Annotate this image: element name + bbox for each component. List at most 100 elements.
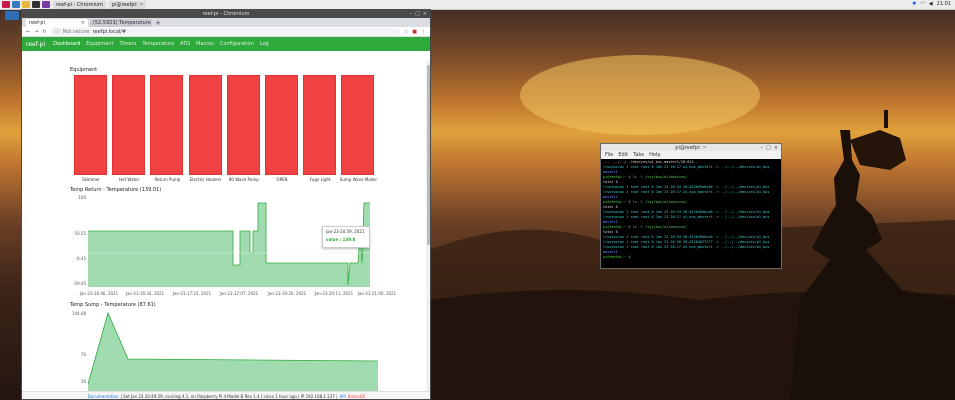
equipment-label: Electric Heaters	[189, 177, 222, 182]
terminal-titlebar[interactable]: pi@reefpi: ~ – □ ×	[601, 144, 781, 151]
browser-launcher-icon[interactable]	[12, 1, 20, 8]
terminal-line: lrwxrwxrwx 1 root root 0 Jan 23 20:17 w1…	[603, 190, 770, 194]
dashboard-content: Equipment Skimmer Hot Water Return Pump Ele…	[22, 61, 426, 391]
equipment-label: 80 Wave Pump	[228, 177, 259, 182]
equipment-bar[interactable]	[150, 75, 184, 175]
equipment-bar[interactable]	[188, 75, 222, 175]
nav-temperature[interactable]: Temperature	[142, 41, 174, 47]
equipment-bar[interactable]	[112, 75, 146, 175]
menu-file[interactable]: File	[605, 152, 613, 158]
y-tick: 50.55	[74, 231, 86, 236]
terminal-output[interactable]: ... ../../../devices/w1_bus_master1/28-0…	[601, 159, 781, 261]
equipment-chart-title: Equipment	[70, 67, 98, 73]
tab-label: reef-pi	[29, 20, 45, 26]
y-tick: -59.45	[73, 281, 86, 286]
back-icon[interactable]: ←	[26, 29, 30, 35]
temp-sump-area	[88, 313, 378, 391]
menu-help[interactable]: Help	[649, 152, 660, 158]
page-footer: Documentation | Sat Jan 23 20:49:29, run…	[22, 391, 430, 399]
security-label: Not secure	[62, 28, 90, 35]
nav-timers[interactable]: Timers	[119, 41, 136, 47]
y-tick: -6.45	[75, 256, 86, 261]
terminal-line: lrwxrwxrwx 1 root root 0 Jan 23 20:17 w1…	[603, 215, 770, 219]
bookmark-star-icon[interactable]: ☆	[404, 29, 408, 35]
desktop-trash-icon[interactable]	[5, 11, 19, 20]
folder-icon[interactable]	[22, 1, 30, 8]
minimize-icon[interactable]: –	[761, 145, 764, 151]
documentation-link[interactable]: Documentation	[88, 394, 119, 399]
scrollbar-thumb[interactable]	[427, 65, 430, 245]
y-tick: 144.08	[72, 311, 86, 316]
forward-icon[interactable]: →	[34, 29, 38, 35]
app-launcher-icon[interactable]	[42, 1, 50, 8]
app-navbar: reef-pi Dashboard Equipment Timers Tempe…	[22, 37, 430, 51]
nav-log[interactable]: Log	[260, 41, 269, 47]
terminal-launcher-icon[interactable]	[32, 1, 40, 8]
task-label: pi@reefpi: ~	[111, 1, 144, 8]
tab-temperature[interactable]: (52.5923) Temperature×	[90, 19, 152, 27]
tab-reef-pi[interactable]: reef-pi ×	[26, 19, 88, 27]
taskbar-task-terminal[interactable]: pi@reefpi: ~	[108, 0, 147, 9]
address-bar[interactable]: ⓘ Not secure reefpi.local/#	[50, 28, 400, 35]
equipment-label: Return Pump	[154, 177, 181, 182]
not-secure-icon[interactable]: ⓘ	[55, 28, 60, 35]
tab-strip: reef-pi × (52.5923) Temperature× +	[22, 18, 430, 27]
menu-edit[interactable]: Edit	[618, 152, 628, 158]
menu-icon[interactable]: ⋮	[421, 29, 426, 35]
tooltip-date: Jan-23-20:59, 2021	[326, 229, 365, 234]
x-tick: Jan-23-17:23, 2021	[172, 291, 212, 296]
equipment-bar[interactable]	[226, 75, 260, 175]
equipment-bar[interactable]	[74, 75, 107, 175]
api-link[interactable]: API	[340, 394, 346, 399]
omnibar: ← → ↻ ⓘ Not secure reefpi.local/# ☆ ■ ⋮	[22, 27, 430, 37]
menu-tabs[interactable]: Tabs	[633, 152, 644, 158]
page-scrollbar[interactable]	[426, 61, 430, 391]
new-tab-button[interactable]: +	[154, 19, 162, 27]
close-tab-icon[interactable]: ×	[81, 20, 85, 26]
brand[interactable]: reef-pi	[26, 41, 45, 48]
wifi-icon[interactable]: ◠	[920, 1, 924, 7]
maximize-icon[interactable]: □	[766, 145, 771, 151]
nav-ato[interactable]: ATO	[180, 41, 190, 47]
equipment-bar[interactable]	[265, 75, 298, 175]
reload-icon[interactable]: ↻	[42, 29, 46, 35]
chart-tooltip: Jan-23-20:59, 2021 value : 139.8	[322, 226, 370, 248]
temp-sump-title: Temp Sump - Temperature (87.61)	[70, 302, 156, 308]
terminal-line: lrwxrwxrwx 1 root root 0 Jan 23 20:17 w1…	[603, 165, 772, 169]
minimize-icon[interactable]: –	[410, 11, 413, 17]
nav-configuration[interactable]: Configuration	[220, 41, 254, 47]
equipment-label: OPEN	[276, 177, 288, 182]
bluetooth-icon[interactable]: ✱	[912, 1, 916, 7]
x-tick: Jan-23-16:46, 2021	[79, 291, 119, 296]
clock[interactable]: 21:01	[937, 1, 951, 7]
x-tick: Jan-23-21:00, 2021	[357, 291, 397, 296]
maximize-icon[interactable]: □	[415, 11, 420, 17]
equipment-label: Skimmer	[82, 177, 100, 182]
equipment-label: Sump Wave Maker	[339, 177, 377, 182]
x-tick: Jan-23-16:34, 2021	[125, 291, 165, 296]
terminal-line: lrwxrwxrwx 1 root root 0 Jan 23 20:17 w1…	[603, 245, 770, 249]
nav-dashboard[interactable]: Dashboard	[53, 41, 80, 47]
taskbar-task-chromium[interactable]: reef-pi - Chromium	[53, 0, 106, 9]
tooltip-value: value : 139.8	[326, 237, 356, 242]
nav-macros[interactable]: Macros	[196, 41, 214, 47]
nav-equipment[interactable]: Equipment	[86, 41, 113, 47]
url-text: reefpi.local/#	[92, 28, 127, 35]
tab-label: (52.5923) Temperature	[93, 20, 151, 26]
equipment-bar[interactable]	[303, 75, 337, 175]
task-label: reef-pi - Chromium	[56, 1, 103, 8]
close-icon[interactable]: ×	[423, 11, 427, 17]
y-tick: 100	[78, 195, 86, 200]
browser-window: reef-pi - Chromium – □ × reef-pi × (52.5923…	[21, 9, 431, 400]
close-icon[interactable]: ×	[774, 145, 778, 151]
equipment-label: Hot Water	[119, 177, 140, 182]
raspberry-menu-icon[interactable]	[2, 1, 10, 8]
errors-link[interactable]: Errors(0)	[348, 394, 366, 399]
y-tick: 36	[80, 379, 86, 384]
browser-titlebar[interactable]: reef-pi - Chromium – □ ×	[22, 10, 430, 18]
equipment-bar[interactable]	[341, 75, 375, 175]
extension-icon[interactable]: ■	[412, 29, 417, 35]
temp-sump-chart[interactable]	[88, 309, 378, 391]
volume-icon[interactable]: ◀	[929, 1, 933, 7]
x-tick: Jan-23-17:07, 2021	[219, 291, 259, 296]
